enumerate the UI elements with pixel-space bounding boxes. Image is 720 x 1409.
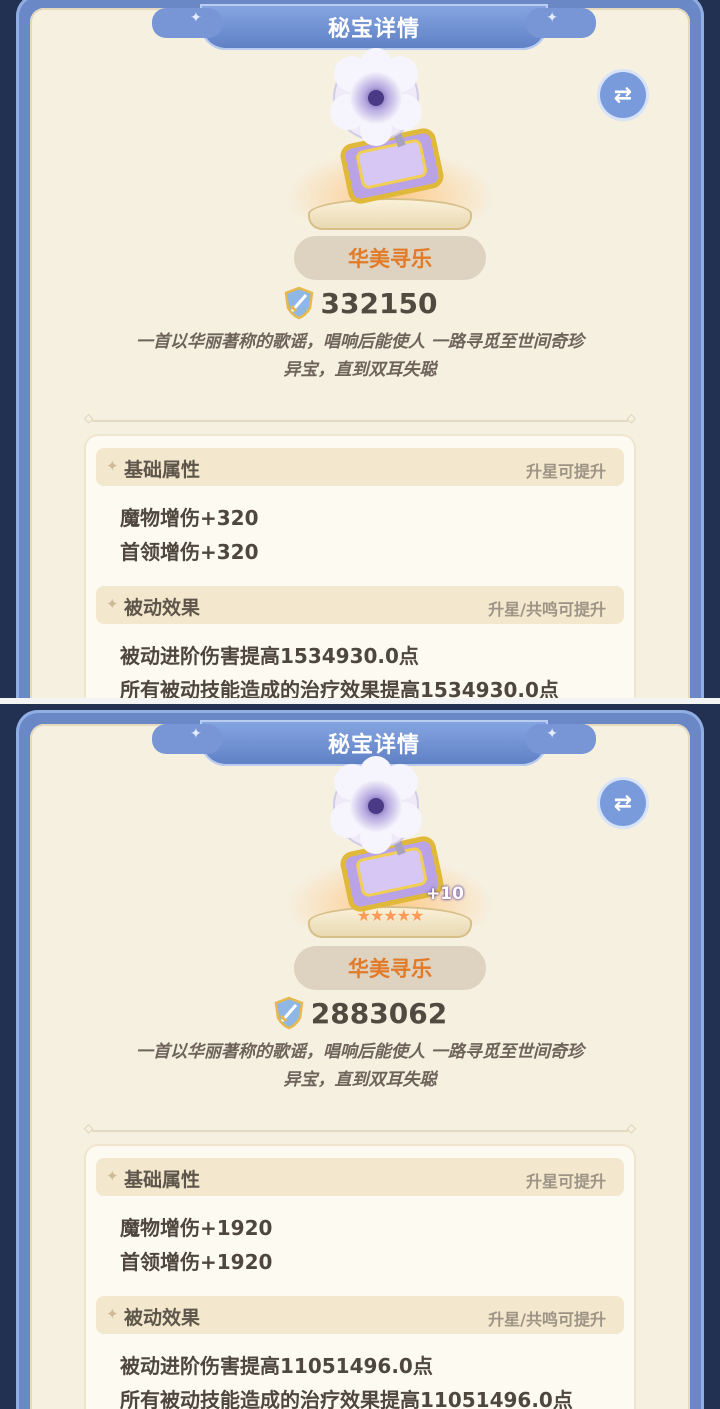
separator (84, 1121, 636, 1135)
four-point-star-icon: ✦ (106, 1167, 119, 1185)
title-tab: ✦ ✦ 秘宝详情 (152, 4, 596, 50)
base-attributes-header: ✦ 基础属性 升星可提升 (96, 1158, 624, 1196)
sparkle-icon: ✦ (190, 726, 202, 742)
sparkle-icon: ✦ (546, 10, 558, 26)
stat-monster-damage: 魔物增伤+1920 (120, 1216, 273, 1240)
item-name-pill: 华美寻乐 (294, 236, 486, 280)
stat-boss-damage: 首领增伤+1920 (120, 1250, 273, 1274)
treasure-detail-panel-1: ✦ ✦ 秘宝详情 ⇄ 华美寻乐 332150 一首以华丽著称的歌谣，唱响后能使人… (0, 0, 720, 698)
panel-title: 秘宝详情 (327, 733, 420, 758)
stat-monster-damage: 魔物增伤+320 (120, 506, 259, 530)
attribute-box: ✦ 基础属性 升星可提升 魔物增伤+1920 首领增伤+1920 ✦ 被动效果 … (84, 1144, 636, 1409)
passive-effect: 被动进阶伤害提高11051496.0点 (120, 1354, 433, 1378)
item-name: 华美寻乐 (348, 247, 432, 271)
stat-boss-damage: 首领增伤+320 (120, 540, 259, 564)
item-description: 一首以华丽著称的歌谣，唱响后能使人 一路寻觅至世间奇珍 异宝，直到双耳失聪 (136, 332, 584, 380)
upgrade-hint: 升星可提升 (525, 1172, 606, 1191)
four-point-star-icon: ✦ (106, 457, 119, 475)
treasure-detail-panel-2: ✦ ✦ 秘宝详情 ⇄ ★★★★★ +10 华美寻乐 2883062 一首以华丽著… (0, 704, 720, 1409)
enhance-level: +10 (426, 884, 464, 904)
swap-arrows-icon: ⇄ (613, 790, 633, 816)
swap-button[interactable]: ⇄ (600, 780, 646, 826)
base-attributes-header: ✦ 基础属性 升星可提升 (96, 448, 624, 486)
upgrade-hint: 升星/共鸣可提升 (488, 1310, 606, 1329)
four-point-star-icon: ✦ (106, 595, 119, 613)
sparkle-icon: ✦ (546, 726, 558, 742)
panel-card: ✦ ✦ 秘宝详情 ⇄ ★★★★★ +10 华美寻乐 2883062 一首以华丽著… (30, 720, 690, 1409)
panel-frame: ✦ ✦ 秘宝详情 ⇄ ★★★★★ +10 华美寻乐 2883062 一首以华丽著… (16, 710, 704, 1409)
passive-effects-header: ✦ 被动效果 升星/共鸣可提升 (96, 1296, 624, 1334)
panel-frame: ✦ ✦ 秘宝详情 ⇄ 华美寻乐 332150 一首以华丽著称的歌谣，唱响后能使人… (16, 0, 704, 698)
shield-sword-icon (284, 286, 313, 320)
upgrade-hint: 升星/共鸣可提升 (488, 600, 606, 619)
separator (84, 411, 636, 425)
panel-card: ✦ ✦ 秘宝详情 ⇄ 华美寻乐 332150 一首以华丽著称的歌谣，唱响后能使人… (30, 4, 690, 698)
attribute-box: ✦ 基础属性 升星可提升 魔物增伤+320 首领增伤+320 ✦ 被动效果 升星… (84, 434, 636, 698)
passive-effect: 被动进阶伤害提高1534930.0点 (120, 644, 419, 668)
item-name: 华美寻乐 (348, 957, 432, 981)
swap-arrows-icon: ⇄ (613, 82, 633, 108)
swap-button[interactable]: ⇄ (600, 72, 646, 118)
upgrade-hint: 升星可提升 (525, 462, 606, 481)
power-value: 2883062 (310, 996, 448, 1030)
item-name-pill: 华美寻乐 (294, 946, 486, 990)
item-description: 一首以华丽著称的歌谣，唱响后能使人 一路寻觅至世间奇珍 异宝，直到双耳失聪 (136, 1042, 584, 1090)
power-value: 332150 (320, 286, 438, 320)
panel-title: 秘宝详情 (327, 17, 420, 42)
sparkle-icon: ✦ (190, 10, 202, 26)
passive-effect: 所有被动技能造成的治疗效果提高11051496.0点 (120, 1388, 573, 1409)
gramophone-music-box-icon (330, 48, 444, 204)
four-point-star-icon: ✦ (106, 1305, 119, 1323)
shield-sword-icon (274, 996, 304, 1030)
power-row: 2883062 (30, 996, 690, 1030)
passive-effect: 所有被动技能造成的治疗效果提高1534930.0点 (120, 678, 559, 698)
passive-effects-header: ✦ 被动效果 升星/共鸣可提升 (96, 586, 624, 624)
power-row: 332150 (30, 286, 690, 320)
